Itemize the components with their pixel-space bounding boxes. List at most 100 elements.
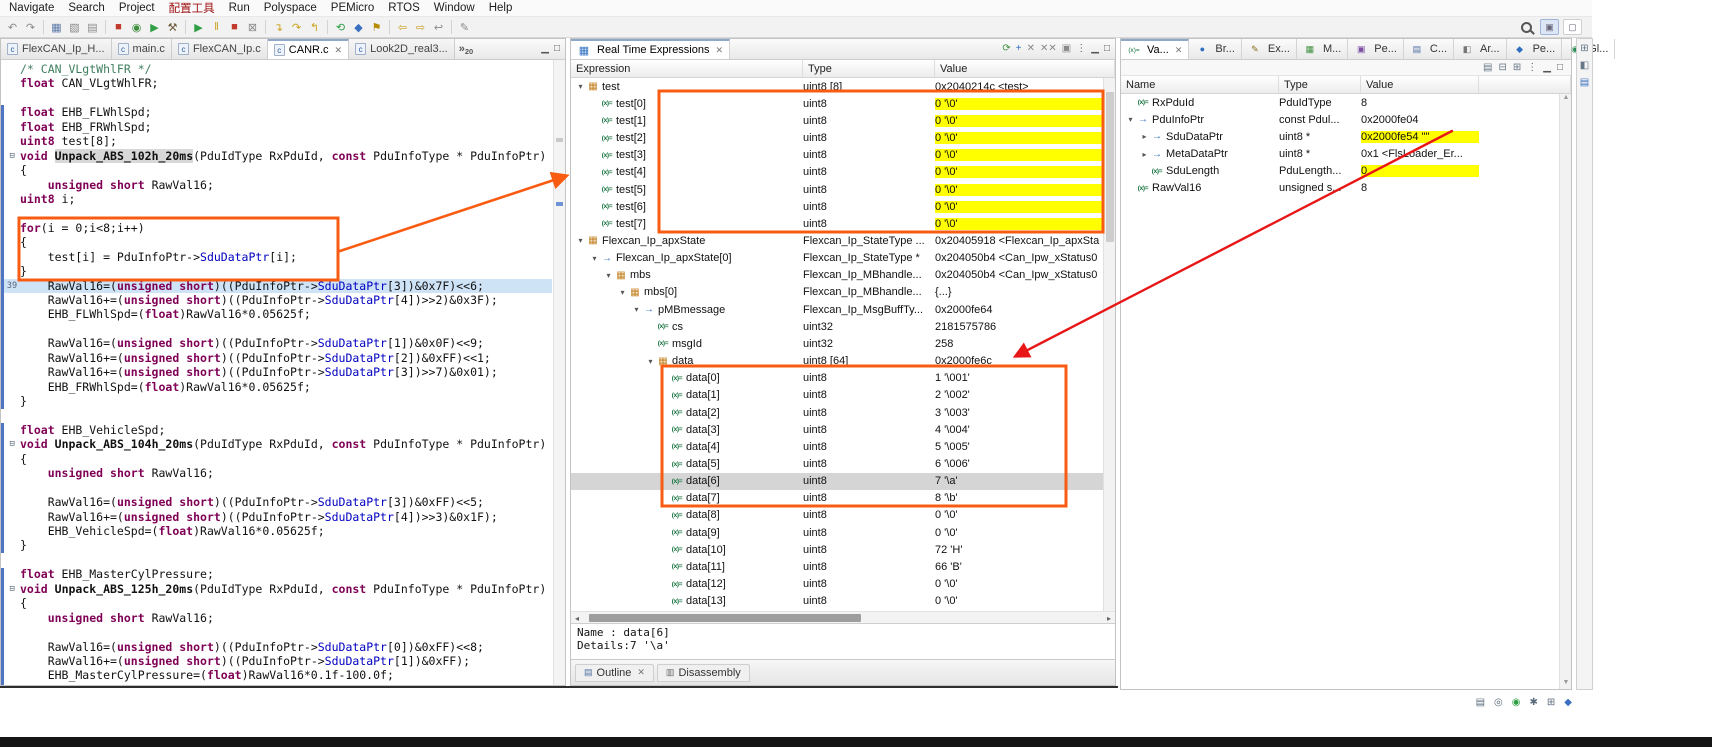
rte-horizontal-scrollbar[interactable]: ◂ ▸ <box>571 611 1115 623</box>
tree-row-data[1][interactable]: (x)= data[1] uint8 2 '\002' <box>571 387 1103 404</box>
pemicro-tool-icon[interactable]: ◆ <box>350 19 367 36</box>
minimize-icon[interactable]: ▁ <box>1543 62 1551 73</box>
tree-row-PduInfoPtr[interactable]: ▾ → PduInfoPtr const Pdul... 0x2000fe04 <box>1121 111 1559 128</box>
remove-all-icon[interactable]: ✕✕ <box>1040 44 1057 54</box>
expander-icon[interactable]: ▾ <box>645 357 656 366</box>
scroll-left-icon[interactable]: ◂ <box>571 612 583 624</box>
code-line[interactable]: RawVal16+=(unsigned short)((PduInfoPtr->… <box>4 293 552 307</box>
maximize-icon[interactable]: □ <box>554 44 560 54</box>
tree-row-data[8][interactable]: (x)= data[8] uint8 0 '\0' <box>571 507 1103 524</box>
terminate-icon[interactable]: ■ <box>226 19 243 36</box>
outline-strip-icon[interactable]: ◧ <box>1580 61 1589 71</box>
variables-vertical-scrollbar[interactable]: ▲ ▼ <box>1559 94 1571 689</box>
view-menu-icon[interactable]: ⋮ <box>1527 62 1537 73</box>
refresh-icon[interactable]: ⟳ <box>1002 44 1010 54</box>
code-line[interactable]: EHB_FRWhlSpd=(float)RawVal16*0.05625f; <box>4 380 552 394</box>
column-header-value[interactable]: Value <box>1361 76 1479 93</box>
tree-row-test[interactable]: ▾ ▦ test uint8 [8] 0x2040214c <test> <box>571 78 1103 95</box>
fold-icon[interactable]: ⊟ <box>4 149 20 163</box>
tree-row-cs[interactable]: (x)= cs uint32 2181575786 <box>571 318 1103 335</box>
code-line[interactable]: { <box>4 235 552 249</box>
code-line[interactable] <box>4 553 552 567</box>
step-over-icon[interactable]: ↷ <box>288 19 305 36</box>
restart-icon[interactable]: ⟲ <box>332 19 349 36</box>
expander-icon[interactable]: ▾ <box>1125 115 1136 124</box>
debug-icon[interactable]: ◉ <box>128 19 145 36</box>
column-header-type[interactable]: Type <box>1279 76 1361 93</box>
tree-row-data[13][interactable]: (x)= data[13] uint8 0 '\0' <box>571 593 1103 610</box>
tree-row-data[0][interactable]: (x)= data[0] uint8 1 '\001' <box>571 370 1103 387</box>
device-status-icon[interactable]: ◉ <box>1512 698 1521 708</box>
tree-row-test[3][interactable]: (x)= test[3] uint8 0 '\0' <box>571 147 1103 164</box>
tree-row-data[6][interactable]: (x)= data[6] uint8 7 '\a' <box>571 472 1103 490</box>
perspective-debug-icon[interactable]: ▣ <box>1540 19 1559 35</box>
column-header-name[interactable]: Name <box>1121 76 1279 93</box>
editor-tab-overflow[interactable]: » 20 <box>455 39 477 59</box>
view-menu-icon[interactable]: ⋮ <box>1076 44 1086 54</box>
forward-icon[interactable]: ⇨ <box>412 19 429 36</box>
code-line[interactable]: float CAN_VLgtWhlFR; <box>4 76 552 90</box>
tree-row-pMBmessage[interactable]: ▾ → pMBmessage Flexcan_Ip_MsgBuffTy... 0x200… <box>571 301 1103 318</box>
editor-tab-CANR.c[interactable]: c CANR.c ✕ <box>267 39 350 59</box>
grid-view-icon[interactable]: ⊞ <box>1547 698 1555 708</box>
scroll-down-icon[interactable]: ▼ <box>1560 679 1571 689</box>
undo-icon[interactable]: ↶ <box>4 19 21 36</box>
code-line[interactable]: RawVal16=(unsigned short)((PduInfoPtr->S… <box>4 336 552 350</box>
code-line[interactable]: float EHB_MasterCylPressure; <box>4 567 552 581</box>
code-line[interactable]: RawVal16+=(unsigned short)((PduInfoPtr->… <box>4 654 552 668</box>
rte-column-headers[interactable]: Expression Type Value <box>571 60 1115 78</box>
run-icon[interactable]: ▶ <box>146 19 163 36</box>
step-into-icon[interactable]: ↴ <box>270 19 287 36</box>
pin-view-icon[interactable]: ◎ <box>1494 698 1503 708</box>
scroll-right-icon[interactable]: ▸ <box>1103 612 1115 624</box>
tree-row-mbs[interactable]: ▾ ▦ mbs Flexcan_Ip_MBhandle... 0x204050b4 <C… <box>571 267 1103 284</box>
close-icon[interactable]: ✕ <box>1175 45 1183 56</box>
code-line[interactable]: RawVal16+=(unsigned short)((PduInfoPtr->… <box>4 351 552 365</box>
code-line[interactable]: { <box>4 163 552 177</box>
code-line[interactable] <box>4 91 552 105</box>
annotation-icon[interactable]: ✎ <box>456 19 473 36</box>
tree-row-Flexcan_Ip_apxState[interactable]: ▾ ▦ Flexcan_Ip_apxState Flexcan_Ip_StateTyp… <box>571 232 1103 249</box>
redo-icon[interactable]: ↷ <box>22 19 39 36</box>
code-line[interactable]: /* CAN_VLgtWhlFR */ <box>4 62 552 76</box>
view-strip-icon[interactable]: ▤ <box>1580 78 1589 88</box>
tree-row-mbs[0][interactable]: ▾ ▦ mbs[0] Flexcan_Ip_MBhandle... {...} <box>571 284 1103 301</box>
menu-run[interactable]: Run <box>222 1 257 15</box>
step-return-icon[interactable]: ↰ <box>306 19 323 36</box>
last-edit-icon[interactable]: ↩ <box>430 19 447 36</box>
view-tab-pemicro[interactable]: ◆ Pe... <box>1507 39 1563 59</box>
code-line[interactable]: float EHB_FLWhlSpd; <box>4 105 552 119</box>
overview-ruler[interactable] <box>553 60 565 685</box>
code-line[interactable]: RawVal16+=(unsigned short)((PduInfoPtr->… <box>4 510 552 524</box>
tree-row-test[2][interactable]: (x)= test[2] uint8 0 '\0' <box>571 129 1103 146</box>
code-line[interactable]: ⊟ void Unpack_ABS_125h_20ms(PduIdType RxP… <box>4 582 552 596</box>
code-line[interactable] <box>4 625 552 639</box>
menu-pemicro[interactable]: PEMicro <box>324 1 381 15</box>
code-line[interactable] <box>4 481 552 495</box>
build-icon[interactable]: ⚒ <box>164 19 181 36</box>
minimize-icon[interactable]: ▁ <box>1091 44 1099 54</box>
column-header-type[interactable]: Type <box>803 60 935 77</box>
code-line[interactable]: EHB_FLWhlSpd=(float)RawVal16*0.05625f; <box>4 307 552 321</box>
add-expression-icon[interactable]: + <box>1016 44 1022 54</box>
tree-row-test[4][interactable]: (x)= test[4] uint8 0 '\0' <box>571 164 1103 181</box>
code-line[interactable]: { <box>4 596 552 610</box>
save-icon[interactable]: ▦ <box>48 19 65 36</box>
tree-row-data[9][interactable]: (x)= data[9] uint8 0 '\0' <box>571 524 1103 541</box>
tree-row-data[4][interactable]: (x)= data[4] uint8 5 '\005' <box>571 438 1103 455</box>
code-line[interactable]: { <box>4 452 552 466</box>
code-line[interactable]: test[i] = PduInfoPtr->SduDataPtr[i]; <box>4 250 552 264</box>
tab-outline[interactable]: ▤ Outline ✕ <box>575 663 654 682</box>
close-icon[interactable]: ✕ <box>637 667 645 678</box>
menu-window[interactable]: Window <box>427 1 482 15</box>
view-tab-breakpoints[interactable]: ● Br... <box>1189 39 1242 59</box>
code-line[interactable]: 39 RawVal16=(unsigned short)((PduInfoPtr… <box>4 278 552 293</box>
editor-tab-FlexCAN_Ip.c[interactable]: c FlexCAN_Ip.c <box>171 39 268 59</box>
maximize-icon[interactable]: □ <box>1104 44 1110 54</box>
tree-row-MetaDataPtr[interactable]: ▸ → MetaDataPtr uint8 * 0x1 <FlsLoader_Er... <box>1121 145 1559 162</box>
code-line[interactable]: float EHB_FRWhlSpd; <box>4 120 552 134</box>
close-icon[interactable]: ✕ <box>335 45 343 56</box>
tree-row-RxPduId[interactable]: (x)= RxPduId PduIdType 8 <box>1121 94 1559 111</box>
column-header-value[interactable]: Value <box>935 60 1115 77</box>
code-line[interactable]: ⊟ void Unpack_ABS_102h_20ms(PduIdType RxP… <box>4 148 552 163</box>
